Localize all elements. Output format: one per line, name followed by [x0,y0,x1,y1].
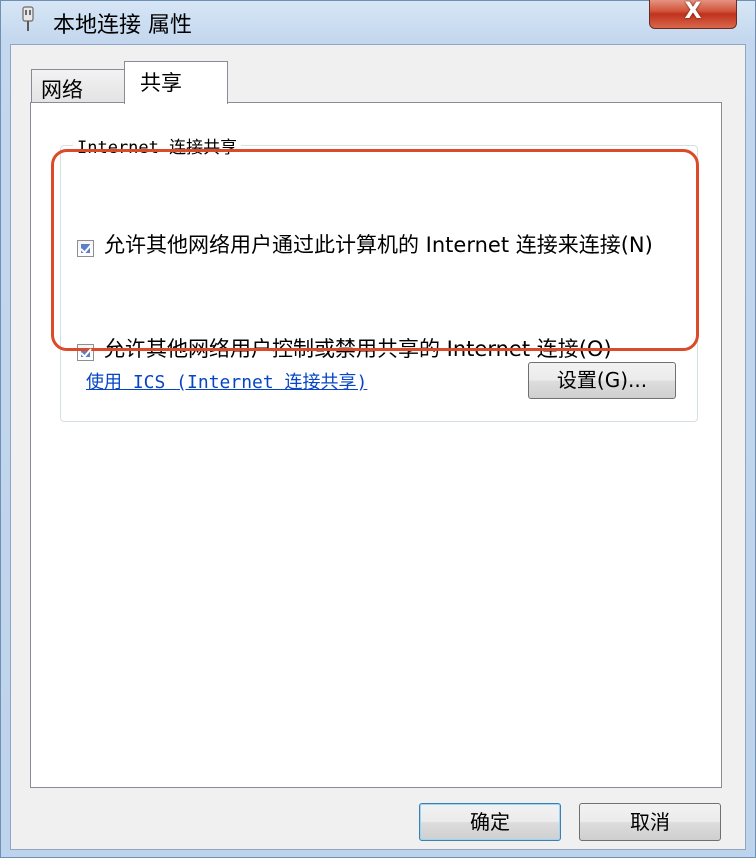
tab-network-label: 网络 [41,78,83,102]
tab-network[interactable]: 网络 [31,69,125,103]
tab-sharing-label: 共享 [140,71,182,95]
checkmark-icon [80,348,92,358]
cancel-button[interactable]: 取消 [579,803,721,841]
allow-connect-checkbox[interactable] [77,240,94,257]
checkmark-icon [80,244,92,254]
title-bar[interactable]: 本地连接 属性 X [1,0,755,45]
tab-sharing[interactable]: 共享 [124,61,228,104]
properties-dialog: 本地连接 属性 X 网络 共享 Internet 连接共享 允许其他网络用户通过… [0,0,756,858]
close-button[interactable]: X [649,0,737,29]
highlight-annotation [51,149,699,351]
ics-help-link[interactable]: 使用 ICS (Internet 连接共享) [86,368,367,394]
window-title: 本地连接 属性 [53,13,192,38]
network-adapter-icon [22,6,34,31]
allow-control-checkbox[interactable] [77,344,94,361]
close-icon: X [684,0,702,24]
settings-button[interactable]: 设置(G)... [528,362,676,399]
ok-button[interactable]: 确定 [419,803,561,841]
